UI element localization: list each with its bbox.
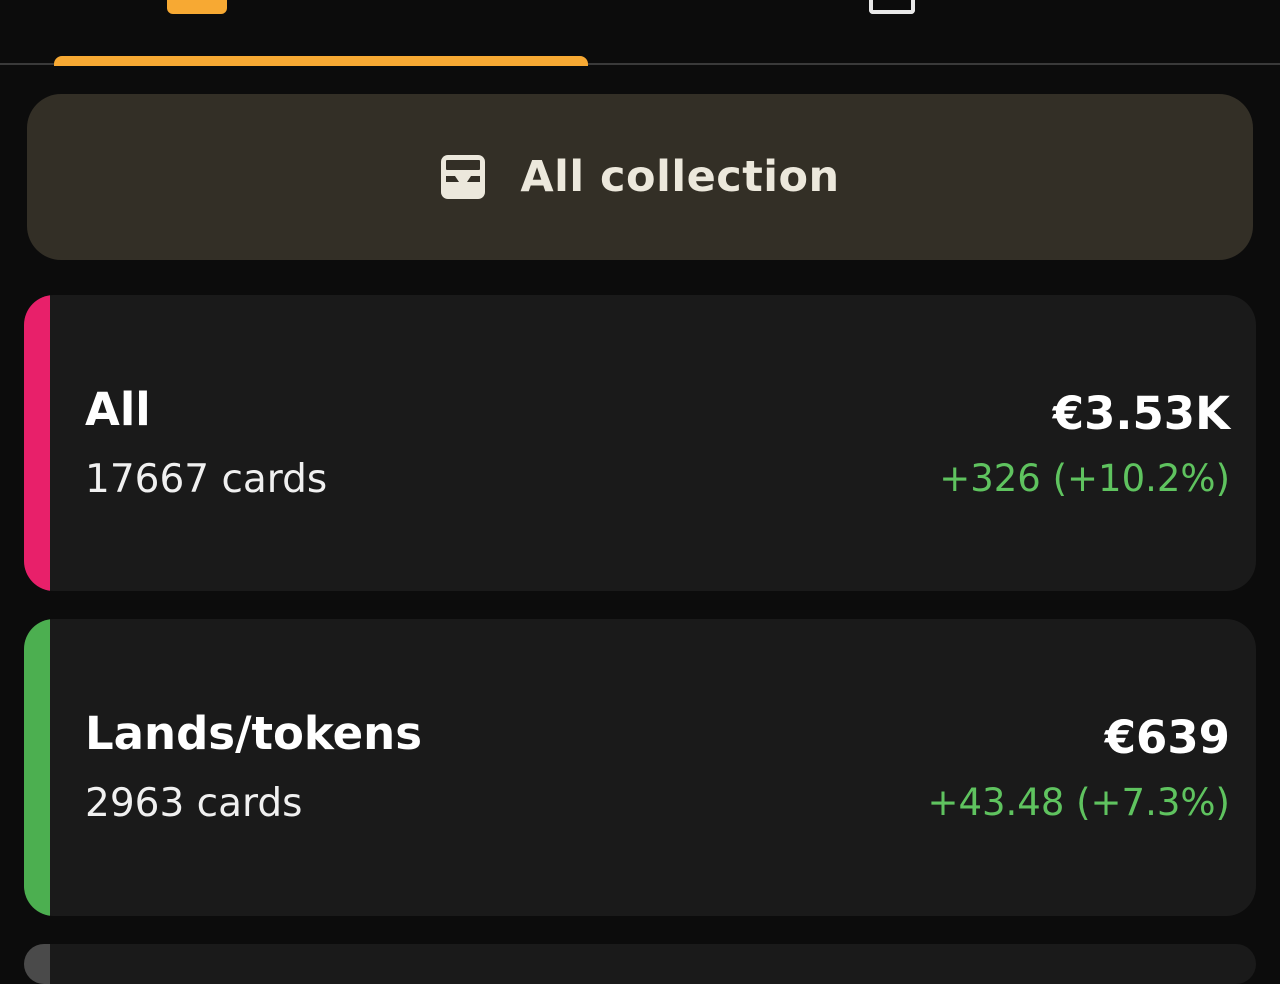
folder-name: All (85, 383, 151, 436)
all-collection-label: All collection (520, 152, 840, 202)
folder-value-change: +43.48 (+7.3%) (927, 781, 1230, 824)
folder-card-count: 2963 cards (85, 781, 303, 826)
folder-color-bar (24, 619, 50, 916)
folder-card-count: 17667 cards (85, 457, 328, 502)
folder-color-bar (24, 944, 50, 984)
all-collection-button[interactable]: All collection (27, 94, 1253, 260)
folder-icon (167, 0, 227, 14)
folder-card-partial[interactable] (24, 944, 1256, 984)
inbox-icon (441, 155, 486, 199)
tab-collections[interactable] (0, 0, 640, 64)
active-tab-indicator (54, 56, 588, 66)
folder-value-change: +326 (+10.2%) (939, 457, 1230, 500)
top-tab-bar (0, 0, 1280, 66)
folder-value: €639 (1104, 711, 1230, 764)
tab-lists[interactable] (640, 0, 1280, 64)
folder-name: Lands/tokens (85, 707, 422, 760)
folder-card-all[interactable]: All 17667 cards €3.53K +326 (+10.2%) (24, 295, 1256, 591)
tray-icon (869, 0, 915, 14)
folder-value: €3.53K (1052, 387, 1230, 440)
folder-card-lands-tokens[interactable]: Lands/tokens 2963 cards €639 +43.48 (+7.… (24, 619, 1256, 916)
folder-color-bar (24, 295, 50, 591)
